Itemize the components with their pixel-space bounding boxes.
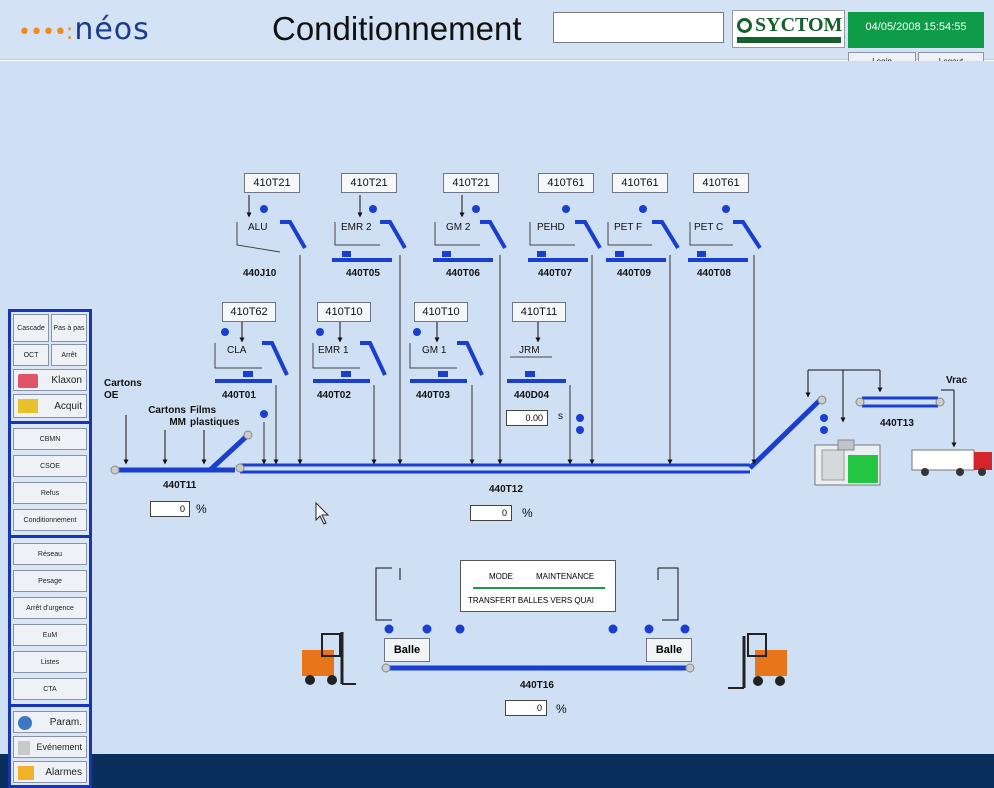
code-440T01: 440T01 bbox=[222, 390, 256, 401]
code-440T02: 440T02 bbox=[317, 390, 351, 401]
d04-unit: s bbox=[558, 411, 563, 422]
feed-cartons-oe: Cartons OE bbox=[104, 378, 142, 401]
mode-panel[interactable]: MODE MAINTENANCE TRANSFERT BALLES VERS Q… bbox=[460, 560, 616, 612]
forklift-left-icon bbox=[302, 632, 356, 685]
hopper-label-pehd: PEHD bbox=[537, 222, 565, 233]
code-440D04: 440D04 bbox=[514, 390, 550, 401]
tag-top-4[interactable]: 410T61 bbox=[538, 173, 594, 193]
acquit-button[interactable]: Acquit bbox=[13, 394, 87, 418]
code-440T05: 440T05 bbox=[346, 268, 380, 279]
feed-vrac: Vrac bbox=[946, 375, 968, 386]
sidebar-item-reseau[interactable]: Réseau bbox=[13, 543, 87, 565]
event-icon bbox=[18, 741, 30, 755]
hopper-label-petc: PET C bbox=[694, 222, 724, 233]
code-440T13: 440T13 bbox=[880, 418, 914, 429]
sidebar-item-conditionnement[interactable]: Conditionnement bbox=[13, 509, 87, 531]
sidebar: Cascade Pas à pas OCT Arrêt Klaxon Acqui… bbox=[8, 309, 92, 788]
horn-icon bbox=[18, 374, 38, 388]
sidebar-item-cta[interactable]: CTA bbox=[13, 678, 87, 700]
hopper-label-gm2: GM 2 bbox=[446, 222, 471, 233]
hopper-label-petf: PET F bbox=[614, 222, 643, 233]
t11-percent-unit: % bbox=[196, 502, 207, 516]
evenement-button[interactable]: Evénement bbox=[13, 736, 87, 758]
sidebar-item-eum[interactable]: EuM bbox=[13, 624, 87, 646]
sidebar-item-csoe[interactable]: CSOE bbox=[13, 455, 87, 477]
t12-percent-unit: % bbox=[522, 506, 533, 520]
hopper-label-cla: CLA bbox=[227, 345, 247, 356]
mouse-cursor-icon bbox=[315, 501, 330, 525]
tag-top-1[interactable]: 410T21 bbox=[244, 173, 300, 193]
mode-transfer-text: TRANSFERT BALLES VERS QUAI bbox=[468, 596, 594, 605]
sidebar-btn-pas-a-pas[interactable]: Pas à pas bbox=[51, 314, 87, 342]
settings-icon bbox=[18, 716, 32, 730]
t16-percent-unit: % bbox=[556, 702, 567, 716]
alarm-icon bbox=[18, 766, 34, 780]
sidebar-btn-oct[interactable]: OCT bbox=[13, 344, 49, 366]
hoppers-top bbox=[236, 195, 762, 465]
mode-value: MAINTENANCE bbox=[536, 572, 595, 581]
feed-cartons-mm: Cartons MM bbox=[148, 405, 186, 428]
hopper-label-emr1: EMR 1 bbox=[318, 345, 349, 356]
tag-mid-1[interactable]: 410T62 bbox=[222, 302, 276, 322]
mode-label: MODE bbox=[489, 572, 513, 581]
tag-top-3[interactable]: 410T21 bbox=[443, 173, 499, 193]
code-440T09: 440T09 bbox=[617, 268, 651, 279]
conveyor-440T13 bbox=[855, 396, 945, 408]
sidebar-item-pesage[interactable]: Pesage bbox=[13, 570, 87, 592]
hopper-label-alu: ALU bbox=[248, 222, 268, 233]
code-440T07: 440T07 bbox=[538, 268, 572, 279]
forklift-right-icon bbox=[728, 633, 787, 689]
t12-percent-field[interactable]: 0 bbox=[470, 505, 512, 521]
conveyor-440T12 bbox=[235, 395, 827, 474]
code-440T11: 440T11 bbox=[163, 480, 197, 491]
tag-mid-3[interactable]: 410T10 bbox=[414, 302, 468, 322]
t11-percent-field[interactable]: 0 bbox=[150, 501, 190, 517]
conveyor-440T11 bbox=[110, 430, 253, 475]
hopper-label-jrm: JRM bbox=[519, 345, 540, 356]
tag-mid-2[interactable]: 410T10 bbox=[317, 302, 371, 322]
code-440T06: 440T06 bbox=[446, 268, 480, 279]
tag-mid-4[interactable]: 410T11 bbox=[512, 302, 566, 322]
tag-top-5[interactable]: 410T61 bbox=[612, 173, 668, 193]
balle-right[interactable]: Balle bbox=[646, 638, 692, 662]
hopper-label-emr2: EMR 2 bbox=[341, 222, 372, 233]
code-440T12: 440T12 bbox=[489, 484, 523, 495]
sidebar-btn-cascade[interactable]: Cascade bbox=[13, 314, 49, 342]
sidebar-item-refus[interactable]: Refus bbox=[13, 482, 87, 504]
code-440T16: 440T16 bbox=[520, 680, 554, 691]
code-440T03: 440T03 bbox=[416, 390, 450, 401]
d04-value-field[interactable]: 0.00 bbox=[506, 410, 548, 426]
tag-top-2[interactable]: 410T21 bbox=[341, 173, 397, 193]
tag-top-6[interactable]: 410T61 bbox=[693, 173, 749, 193]
alarmes-button[interactable]: Alarmes bbox=[13, 761, 87, 783]
sidebar-item-listes[interactable]: Listes bbox=[13, 651, 87, 673]
acknowledge-icon bbox=[18, 399, 38, 413]
t16-percent-field[interactable]: 0 bbox=[505, 700, 547, 716]
code-440J10: 440J10 bbox=[243, 268, 277, 279]
param-button[interactable]: Param. bbox=[13, 711, 87, 733]
code-440T08: 440T08 bbox=[697, 268, 731, 279]
sidebar-item-cbmn[interactable]: CBMN bbox=[13, 428, 87, 450]
klaxon-button[interactable]: Klaxon bbox=[13, 369, 87, 391]
hopper-label-gm1: GM 1 bbox=[422, 345, 447, 356]
sidebar-item-arret-urgence[interactable]: Arrêt d'urgence bbox=[13, 597, 87, 619]
balle-left[interactable]: Balle bbox=[384, 638, 430, 662]
sidebar-btn-arret[interactable]: Arrêt bbox=[51, 344, 87, 366]
conveyor-440T16 bbox=[381, 663, 695, 673]
feed-films-plastiques: Films plastiques bbox=[190, 405, 240, 428]
